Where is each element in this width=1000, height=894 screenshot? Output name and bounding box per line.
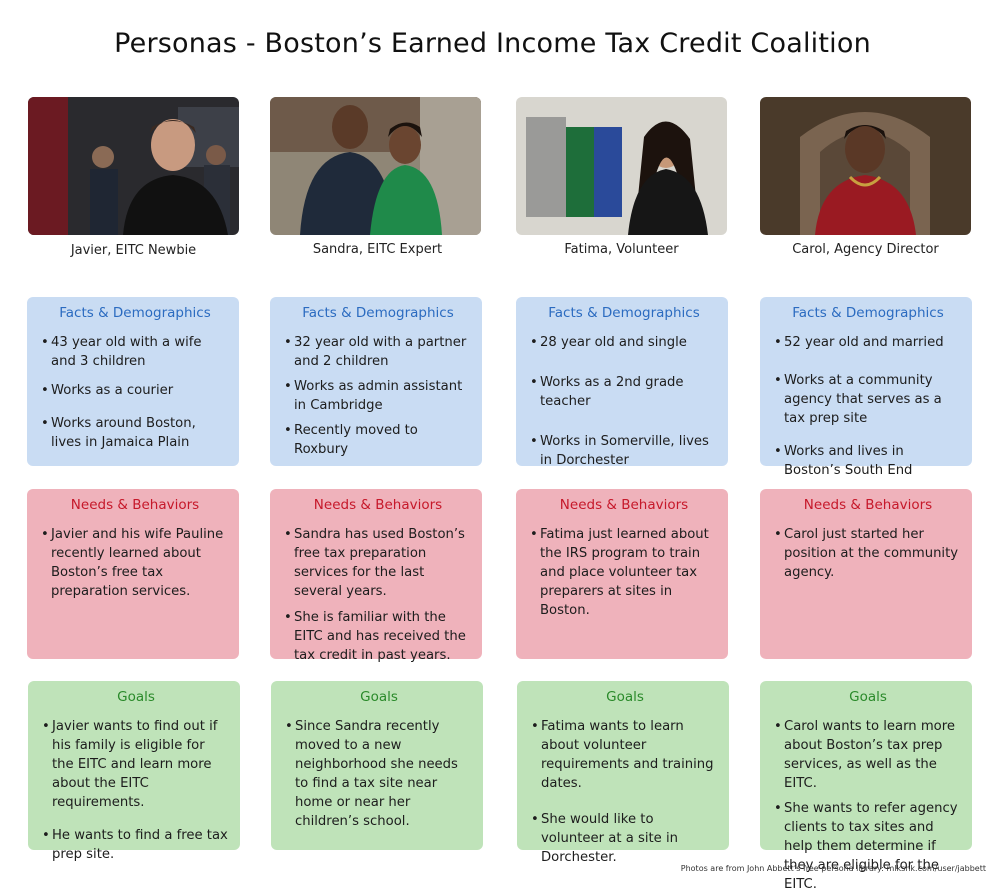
list-item: Fatima just learned about the IRS progra… [530, 525, 718, 620]
needs-card: Needs & Behaviors Sandra has used Boston… [270, 489, 482, 663]
list-item: 52 year old and married [774, 333, 962, 352]
persona-name: Fatima, Volunteer [564, 242, 679, 257]
goals-list: Since Sandra recently moved to a new nei… [285, 717, 473, 831]
needs-card: Needs & Behaviors Carol just started her… [760, 489, 972, 659]
list-item: 43 year old with a wife and 3 children [41, 333, 229, 371]
list-item: Works in Somerville, lives in Dorchester [530, 432, 718, 470]
facts-card-title: Facts & Demographics [548, 305, 700, 321]
facts-card: Facts & Demographics 52 year old and mar… [760, 297, 972, 478]
needs-card-title: Needs & Behaviors [70, 497, 200, 513]
facts-list: 32 year old with a partner and 2 childre… [284, 333, 472, 459]
goals-card: Goals Carol wants to learn more about Bo… [760, 681, 972, 892]
list-item: Since Sandra recently moved to a new nei… [285, 717, 473, 831]
persona-name: Sandra, EITC Expert [312, 242, 443, 257]
goals-card-title: Goals [849, 689, 887, 705]
goals-card-title: Goals [360, 689, 398, 705]
list-item: Works as a courier [41, 381, 229, 400]
list-item: Works and lives in Boston’s South End [774, 442, 962, 480]
page-title: Personas - Boston’s Earned Income Tax Cr… [114, 28, 871, 59]
needs-list: Sandra has used Boston’s free tax prepar… [284, 525, 472, 665]
list-item: Carol just started her position at the c… [774, 525, 962, 582]
goals-card: Goals Javier wants to find out if his fa… [28, 681, 240, 862]
list-item: Recently moved to Roxbury [284, 421, 472, 459]
goals-list: Fatima wants to learn about volunteer re… [531, 717, 719, 867]
goals-card: Goals Fatima wants to learn about volunt… [517, 681, 729, 865]
persona-photo-sandra [270, 97, 481, 235]
needs-card: Needs & Behaviors Fatima just learned ab… [516, 489, 728, 659]
persona-name: Javier, EITC Newbie [70, 243, 197, 258]
needs-list: Fatima just learned about the IRS progra… [530, 525, 718, 620]
facts-card-title: Facts & Demographics [302, 305, 454, 321]
facts-list: 43 year old with a wife and 3 children W… [41, 333, 229, 452]
goals-card-title: Goals [606, 689, 644, 705]
persona-photo-javier [28, 97, 239, 235]
needs-list: Carol just started her position at the c… [774, 525, 962, 582]
facts-card-title: Facts & Demographics [59, 305, 211, 321]
list-item: Works around Boston, lives in Jamaica Pl… [41, 414, 229, 452]
needs-card-title: Needs & Behaviors [559, 497, 689, 513]
needs-list: Javier and his wife Pauline recently lea… [41, 525, 229, 601]
list-item: Works as admin assistant in Cambridge [284, 377, 472, 415]
goals-list: Javier wants to find out if his family i… [42, 717, 230, 864]
facts-card-title: Facts & Demographics [792, 305, 944, 321]
facts-card: Facts & Demographics 28 year old and sin… [516, 297, 728, 468]
facts-card: Facts & Demographics 43 year old with a … [27, 297, 239, 466]
list-item: Works as a 2nd grade teacher [530, 373, 718, 411]
facts-list: 28 year old and single Works as a 2nd gr… [530, 333, 718, 470]
persona-name: Carol, Agency Director [792, 242, 939, 257]
list-item: He wants to find a free tax prep site. [42, 826, 230, 864]
list-item: Javier and his wife Pauline recently lea… [41, 525, 229, 601]
list-item: Works at a community agency that serves … [774, 371, 962, 428]
list-item: 32 year old with a partner and 2 childre… [284, 333, 472, 371]
list-item: She would like to volunteer at a site in… [531, 810, 719, 867]
list-item: Carol wants to learn more about Boston’s… [774, 717, 962, 793]
facts-card: Facts & Demographics 32 year old with a … [270, 297, 482, 466]
photo-credit-footnote: Photos are from John Abbett’s free perso… [680, 864, 986, 873]
goals-card: Goals Since Sandra recently moved to a n… [271, 681, 483, 850]
needs-card-title: Needs & Behaviors [313, 497, 443, 513]
list-item: Sandra has used Boston’s free tax prepar… [284, 525, 472, 601]
list-item: Javier wants to find out if his family i… [42, 717, 230, 812]
needs-card-title: Needs & Behaviors [803, 497, 933, 513]
needs-card: Needs & Behaviors Javier and his wife Pa… [27, 489, 239, 659]
goals-card-title: Goals [117, 689, 155, 705]
list-item: 28 year old and single [530, 333, 718, 352]
persona-photo-carol [760, 97, 971, 235]
list-item: She is familiar with the EITC and has re… [284, 608, 472, 665]
list-item: Fatima wants to learn about volunteer re… [531, 717, 719, 793]
facts-list: 52 year old and married Works at a commu… [774, 333, 962, 480]
persona-photo-fatima [516, 97, 727, 235]
